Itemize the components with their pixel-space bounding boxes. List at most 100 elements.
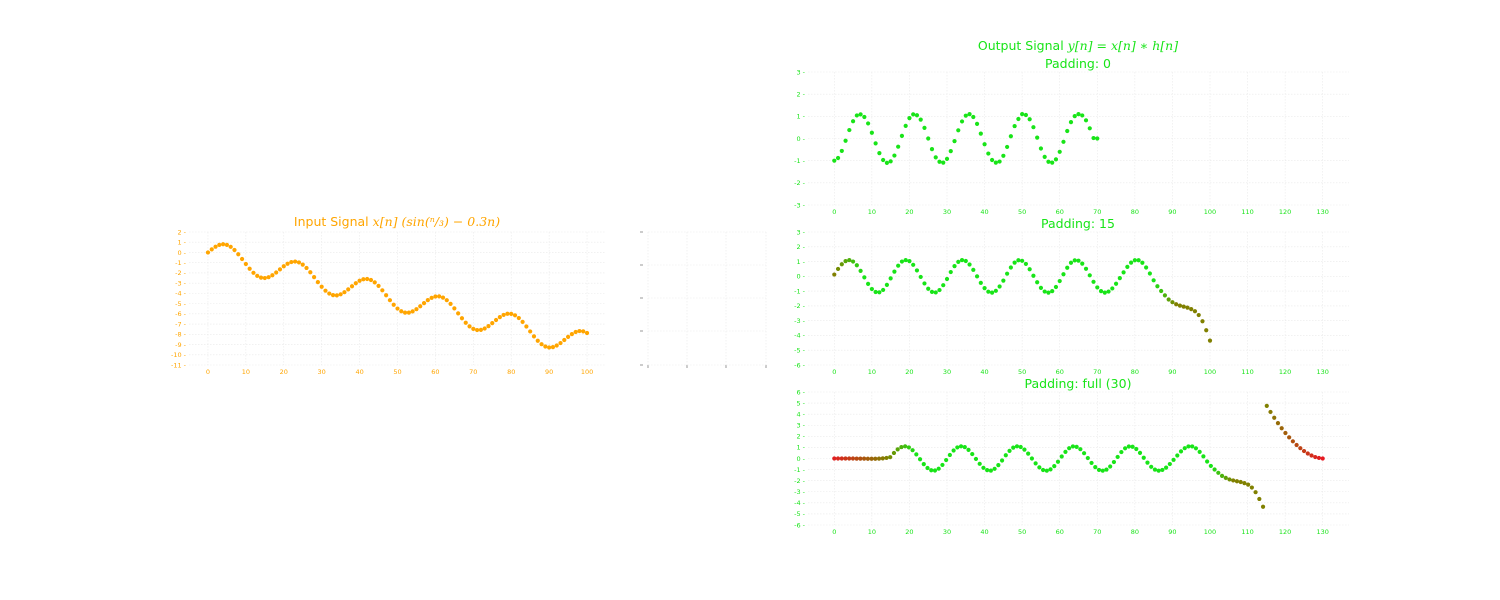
data-point <box>1003 453 1008 458</box>
y-tick-label: -6 - <box>794 521 806 529</box>
input-title-math: x[n] (sin(ⁿ/₃) − 0.3n) <box>373 214 501 229</box>
data-point <box>277 267 283 272</box>
y-tick-label: -10 - <box>171 351 187 359</box>
data-point <box>467 324 472 329</box>
data-point <box>982 142 987 147</box>
data-point <box>985 468 990 473</box>
data-point <box>932 468 938 473</box>
data-point <box>569 331 574 337</box>
data-point <box>1074 444 1079 449</box>
data-point <box>221 242 226 247</box>
data-point <box>543 344 548 349</box>
data-point <box>850 259 856 264</box>
data-point <box>1227 477 1232 482</box>
data-point <box>353 281 358 286</box>
data-point <box>974 274 980 279</box>
data-point <box>1091 135 1096 141</box>
data-point <box>429 295 434 300</box>
data-point <box>888 455 893 460</box>
y-tick-label: 4 - <box>796 410 805 418</box>
x-tick-label: 40 <box>980 368 988 376</box>
data-point <box>550 344 556 350</box>
data-point <box>387 298 393 303</box>
data-point <box>933 155 938 160</box>
data-point <box>584 330 590 336</box>
data-point <box>418 304 423 309</box>
data-point <box>839 456 844 461</box>
x-tick-label: 0 <box>206 368 210 376</box>
y-tick-label: 3 - <box>796 422 805 430</box>
data-point <box>993 288 998 293</box>
data-point <box>1141 455 1146 460</box>
input-signal-plot: 0 10 20 30 40 50 60 70 80 90 100 2 - 1 - 0 - -1 - -2 - -… <box>171 228 606 376</box>
data-point <box>338 292 343 297</box>
data-point <box>1186 444 1191 449</box>
x-tick-label: 50 <box>1018 368 1026 376</box>
data-point <box>1132 258 1137 263</box>
data-point <box>1294 442 1299 448</box>
data-point <box>877 290 882 295</box>
data-point <box>1134 446 1139 452</box>
data-point <box>501 312 506 318</box>
data-point <box>881 157 886 163</box>
y-tick-label: 0 - <box>796 135 805 143</box>
y-tick-label: -1 - <box>794 466 806 474</box>
data-point <box>839 148 844 154</box>
data-point <box>509 311 514 316</box>
y-tick-label: -1 - <box>794 157 806 165</box>
data-point <box>289 259 294 265</box>
data-point <box>296 260 302 265</box>
x-tick-label: 20 <box>905 208 913 216</box>
data-point <box>456 311 461 316</box>
data-point <box>482 326 487 331</box>
x-tick-label: 110 <box>1241 368 1253 376</box>
data-point <box>847 456 852 461</box>
data-point <box>217 242 222 247</box>
data-point <box>380 288 385 293</box>
data-point <box>862 456 867 461</box>
data-point <box>228 244 233 249</box>
data-point <box>956 259 961 264</box>
data-point <box>847 257 852 263</box>
data-point <box>312 275 317 280</box>
data-point <box>956 128 961 133</box>
data-point <box>1164 465 1169 470</box>
x-tick-label: 50 <box>1018 208 1026 216</box>
figure-canvas: Input Signal x[n] (sin(ⁿ/₃) − 0.3n) Outpu… <box>171 38 1349 536</box>
data-point <box>970 451 975 457</box>
data-point <box>1104 467 1109 472</box>
data-point <box>1137 450 1143 455</box>
data-point <box>1156 468 1161 473</box>
data-point <box>911 112 916 117</box>
y-tick-label: -1 - <box>794 287 806 295</box>
data-point <box>1048 467 1053 472</box>
data-point <box>911 262 916 267</box>
x-tick-label: 70 <box>469 368 477 376</box>
data-point <box>847 127 852 133</box>
data-point <box>892 269 897 274</box>
data-point <box>1016 258 1021 263</box>
data-point <box>1078 447 1083 452</box>
x-tick-label: 50 <box>1018 528 1026 536</box>
data-point <box>243 261 248 267</box>
data-point <box>1152 467 1158 472</box>
y-tick-label: -5 - <box>794 347 806 355</box>
x-tick-label: 30 <box>943 528 951 536</box>
x-tick-label: 120 <box>1279 208 1291 216</box>
x-tick-label: 70 <box>1093 528 1101 536</box>
data-point <box>1140 260 1145 265</box>
data-point <box>1151 278 1156 283</box>
x-tick-label: 90 <box>545 368 553 376</box>
data-point <box>554 343 559 348</box>
x-tick-label: 80 <box>1131 208 1139 216</box>
padding-15-plot: 0 10 20 30 40 50 60 70 80 90 100 110 120 130 3 - 2 - 1 -… <box>794 228 1349 376</box>
data-point <box>937 159 942 164</box>
y-tick-label: -4 - <box>794 332 806 340</box>
x-tick-label: 130 <box>1316 208 1328 216</box>
data-point <box>865 456 870 461</box>
data-point <box>1008 265 1013 270</box>
data-point <box>907 259 912 264</box>
x-tick-label: 10 <box>868 368 876 376</box>
x-tick-label: 40 <box>980 528 988 536</box>
data-point <box>1072 114 1077 119</box>
